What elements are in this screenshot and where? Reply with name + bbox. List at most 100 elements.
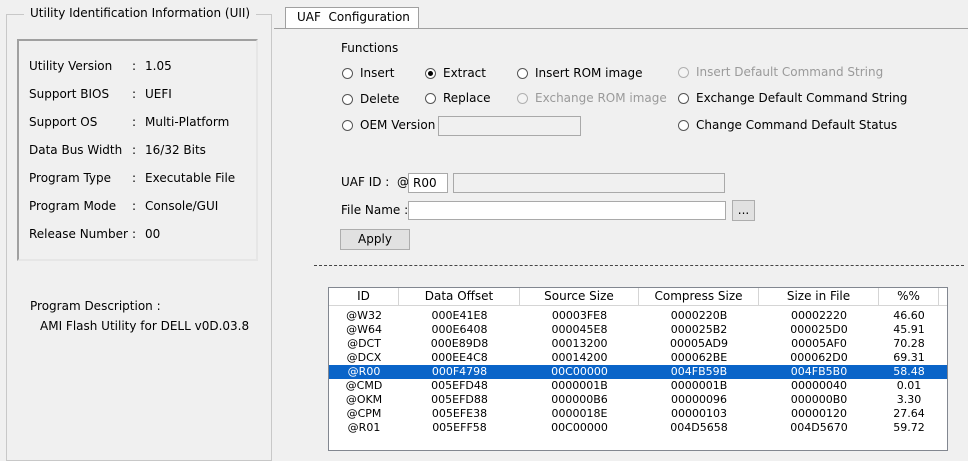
cell-size-in-file: 000025D0: [790, 323, 848, 336]
radio-dot: [678, 119, 689, 131]
uii-info-value: Multi-Platform: [145, 115, 230, 129]
cell-data-offset: 000EE4C8: [431, 351, 488, 364]
uii-info-colon: :: [132, 115, 137, 129]
column-header-source-size[interactable]: Source Size: [520, 288, 639, 305]
cell-id: @OKM: [345, 393, 383, 406]
cell-id: @CMD: [345, 379, 383, 392]
radio-replace[interactable]: Replace: [425, 91, 490, 105]
cell-percent: 59.72: [893, 421, 925, 434]
radio-dot: [517, 92, 528, 104]
cell-percent: 0.01: [896, 379, 922, 392]
file-name-input[interactable]: [408, 201, 726, 220]
tab-uaf-configuration[interactable]: UAF Configuration: [285, 7, 419, 28]
radio-dot: [517, 67, 528, 79]
cell-compress-size: 00000103: [671, 407, 727, 420]
table-row[interactable]: @W32 000E41E8 00003FE8 0000220B 00002220 46.6…: [329, 309, 947, 323]
uaf-id-label: UAF ID :: [341, 175, 390, 189]
cell-data-offset: 005EFD48: [431, 379, 488, 392]
column-header-data-offset[interactable]: Data Offset: [399, 288, 520, 305]
radio-exchange-default-command-string[interactable]: Exchange Default Command String: [678, 91, 907, 105]
uii-info-row: Release Number:00: [29, 227, 160, 241]
uii-info-value: UEFI: [145, 87, 172, 101]
uii-info-value: 00: [145, 227, 161, 241]
cell-compress-size: 0000001B: [670, 379, 728, 392]
uii-info-row: Program Mode: Console/GUI: [29, 199, 218, 213]
cell-compress-size: 00005AD9: [670, 337, 728, 350]
uii-info-row: Program Type: Executable File: [29, 171, 235, 185]
cell-data-offset: 005EFD88: [431, 393, 488, 406]
radio-extract[interactable]: Extract: [425, 66, 486, 80]
uaf-id-input[interactable]: R00: [408, 173, 448, 193]
cell-data-offset: 000E6408: [431, 323, 488, 336]
cell-data-offset: 000E89D8: [430, 337, 489, 350]
table-row[interactable]: @W64 000E6408 000045E8 000025B2 000025D0 45.9…: [329, 323, 947, 337]
radio-insert-default-command-string: Insert Default Command String: [678, 65, 883, 79]
table-row[interactable]: @CPM 005EFE38 0000018E 00000103 00000120 27.6…: [329, 407, 947, 421]
radio-dot: [678, 92, 689, 104]
radio-insert[interactable]: Insert: [342, 66, 394, 80]
table-row[interactable]: @R01 005EFF58 00C00000 004D5658 004D5670 59.7…: [329, 421, 947, 435]
cell-size-in-file: 000000B0: [790, 393, 848, 406]
cell-size-in-file: 00002220: [791, 309, 847, 322]
table-header: ID Data Offset Source Size Compress Size…: [329, 288, 947, 306]
uii-title: Utility Identification Information (UII): [24, 6, 257, 20]
uaf-id-description-field: [453, 173, 725, 193]
cell-percent: 3.30: [896, 393, 922, 406]
cell-source-size: 00C00000: [551, 365, 608, 378]
radio-dot: [342, 93, 353, 105]
table-row[interactable]: @OKM 005EFD88 000000B6 00000096 000000B0 3.30: [329, 393, 947, 407]
cell-data-offset: 000F4798: [431, 365, 488, 378]
functions-title: Functions: [341, 41, 399, 55]
uii-info-value: Console/GUI: [145, 199, 219, 213]
uii-info-row: Utility Version:1.05: [29, 59, 172, 73]
radio-dot: [425, 92, 436, 104]
radio-insert-rom-image[interactable]: Insert ROM image: [517, 66, 643, 80]
column-header-size-in-file[interactable]: Size in File: [759, 288, 879, 305]
apply-button[interactable]: Apply: [340, 229, 410, 250]
uii-info-colon: :: [132, 143, 137, 157]
column-header-compress-size[interactable]: Compress Size: [639, 288, 759, 305]
uii-info-colon: :: [132, 227, 137, 241]
uii-info-label: Support BIOS: [29, 87, 110, 101]
cell-size-in-file: 000062D0: [790, 351, 848, 364]
tab-pane-border: [274, 28, 968, 29]
separator-dashed: [314, 265, 964, 266]
uii-info-colon: :: [132, 59, 137, 73]
radio-delete[interactable]: Delete: [342, 92, 399, 106]
table-row[interactable]: @DCT 000E89D8 00013200 00005AD9 00005AF0 70.2…: [329, 337, 947, 351]
cell-data-offset: 005EFF58: [432, 421, 487, 434]
cell-id: @CPM: [346, 407, 382, 420]
program-description-value: AMI Flash Utility for DELL v0D.03.8: [40, 319, 250, 333]
browse-button[interactable]: ...: [732, 200, 755, 221]
uii-info-label: Data Bus Width: [29, 143, 123, 157]
uii-info-label: Program Type: [29, 171, 112, 185]
cell-size-in-file: 004FB5B0: [790, 365, 848, 378]
cell-compress-size: 000062BE: [670, 351, 728, 364]
cell-source-size: 00013200: [551, 337, 608, 350]
radio-change-command-default-status[interactable]: Change Command Default Status: [678, 118, 897, 132]
cell-compress-size: 00000096: [671, 393, 727, 406]
uaf-module-table[interactable]: ID Data Offset Source Size Compress Size…: [328, 287, 948, 451]
uii-info-colon: :: [132, 199, 137, 213]
uii-info-row: Data Bus Width:16/32 Bits: [29, 143, 206, 157]
uii-info-colon: :: [132, 87, 137, 101]
uii-info-value: Executable File: [145, 171, 236, 185]
cell-percent: 27.64: [893, 407, 925, 420]
cell-id: @DCT: [347, 337, 381, 350]
cell-source-size: 00014200: [551, 351, 608, 364]
table-row[interactable]: @DCX 000EE4C8 00014200 000062BE 000062D0 69.3…: [329, 351, 947, 365]
column-header-percent[interactable]: %%: [879, 288, 939, 305]
uii-info-label: Release Number: [29, 227, 128, 241]
table-row-selected[interactable]: @R00 000F4798 00C00000 004FB59B 004FB5B0 58.4…: [329, 365, 947, 379]
radio-exchange-rom-image: Exchange ROM image: [517, 91, 667, 105]
radio-dot-checked: [425, 67, 436, 79]
file-name-label: File Name :: [341, 203, 409, 217]
radio-oem-version[interactable]: OEM Version: [342, 118, 435, 132]
uii-info-label: Program Mode: [29, 199, 117, 213]
cell-id: @W64: [346, 323, 382, 336]
column-header-id[interactable]: ID: [329, 288, 399, 305]
table-row[interactable]: @CMD 005EFD48 0000001B 0000001B 00000040 0.01: [329, 379, 947, 393]
cell-compress-size: 004D5658: [670, 421, 728, 434]
radio-dot: [342, 67, 353, 79]
cell-id: @R00: [347, 365, 381, 378]
